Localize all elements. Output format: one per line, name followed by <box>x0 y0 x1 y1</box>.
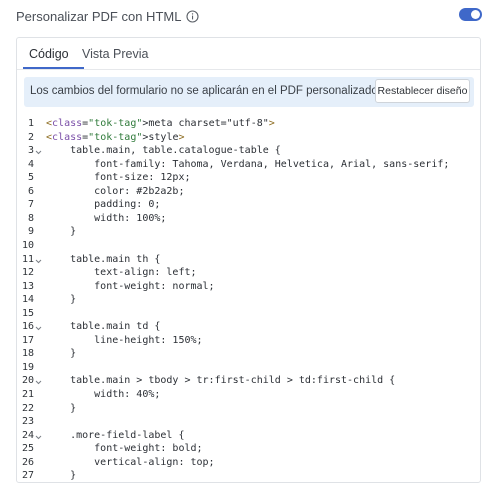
code-text: font-family: Tahoma, Verdana, Helvetica,… <box>46 158 450 170</box>
reset-design-button[interactable]: Restablecer diseño <box>375 79 470 103</box>
code-text: font-weight: bold; <box>46 443 203 455</box>
code-text: width: 100%; <box>46 212 167 224</box>
line-number: 8 <box>27 212 34 224</box>
html-editor-panel: Código Vista Previa Los cambios del form… <box>16 37 481 483</box>
line-number: 21 <box>21 389 34 400</box>
code-line[interactable]: 12 text-align: left; <box>17 266 480 280</box>
code-text: } <box>46 226 77 238</box>
code-text: font-weight: normal; <box>46 280 215 292</box>
code-text: table.main > tbody > tr:first-child > td… <box>46 375 396 387</box>
code-line[interactable]: 3 table.main, table.catalogue-table { <box>17 144 480 158</box>
tab-vista-previa[interactable]: Vista Previa <box>82 47 148 61</box>
code-line[interactable]: 23 <box>17 415 480 429</box>
code-line[interactable]: 7 padding: 0; <box>17 198 480 212</box>
code-text: <class="tok-tag">style> <box>46 131 185 143</box>
code-line[interactable]: 10 <box>17 239 480 253</box>
code-text: table.main, table.catalogue-table { <box>46 145 281 157</box>
code-line[interactable]: 1 <class="tok-tag">meta charset="utf-8"> <box>17 117 480 131</box>
info-icon[interactable] <box>186 9 200 23</box>
line-number: 9 <box>27 226 34 238</box>
line-number: 26 <box>21 456 34 468</box>
code-editor[interactable]: 1 <class="tok-tag">meta charset="utf-8"> 2… <box>17 117 480 482</box>
line-number: 3 <box>27 145 34 157</box>
line-number: 16 <box>21 321 34 333</box>
code-line[interactable]: 6 color: #2b2a2b; <box>17 185 480 199</box>
code-line[interactable]: 22 } <box>17 402 480 416</box>
code-line[interactable]: 24 .more-field-label { <box>17 429 480 443</box>
line-number: 25 <box>21 443 34 455</box>
code-line[interactable]: 13 font-weight: normal; <box>17 280 480 294</box>
line-number: 13 <box>21 280 34 292</box>
code-line[interactable]: 17 line-height: 150%; <box>17 334 480 348</box>
code-line[interactable]: 8 width: 100%; <box>17 212 480 226</box>
code-line[interactable]: 11 table.main th { <box>17 253 480 267</box>
active-tab-indicator <box>23 67 84 69</box>
line-number: 14 <box>21 294 34 306</box>
code-line[interactable]: 15 <box>17 307 480 321</box>
code-line[interactable]: 19 <box>17 361 480 375</box>
line-number: 7 <box>27 199 34 211</box>
line-number: 27 <box>21 470 34 482</box>
section-header: Personalizar PDF con HTML <box>16 7 482 25</box>
code-line[interactable]: 9 } <box>17 225 480 239</box>
line-number: 24 <box>21 429 34 441</box>
code-line[interactable]: 4 font-family: Tahoma, Verdana, Helvetic… <box>17 158 480 172</box>
code-text: vertical-align: top; <box>46 456 215 468</box>
notice-text: Los cambios del formulario no se aplicar… <box>30 85 378 97</box>
code-line[interactable]: 18 } <box>17 347 480 361</box>
line-number: 23 <box>21 416 34 428</box>
line-number: 12 <box>21 267 34 279</box>
line-number: 17 <box>21 334 34 346</box>
toggle-knob <box>471 10 480 19</box>
code-text: } <box>46 294 77 306</box>
code-text: <class="tok-tag">meta charset="utf-8"> <box>46 118 275 129</box>
line-number: 10 <box>21 239 34 251</box>
line-number: 1 <box>27 118 34 129</box>
code-text: color: #2b2a2b; <box>46 185 185 197</box>
code-text: font-size: 12px; <box>46 172 191 184</box>
code-line[interactable]: 5 font-size: 12px; <box>17 171 480 185</box>
code-text: table.main th { <box>46 253 161 265</box>
code-text: } <box>46 470 77 482</box>
line-number: 11 <box>21 253 34 265</box>
code-line[interactable]: 14 } <box>17 293 480 307</box>
notice-banner: Los cambios del formulario no se aplicar… <box>24 77 474 107</box>
code-text: text-align: left; <box>46 267 197 279</box>
code-line[interactable]: 20 table.main > tbody > tr:first-child >… <box>17 374 480 388</box>
tab-bar: Código Vista Previa <box>17 38 480 70</box>
line-number: 2 <box>27 131 34 143</box>
line-number: 6 <box>27 185 34 197</box>
line-number: 22 <box>21 402 34 414</box>
code-text: .more-field-label { <box>46 429 185 441</box>
code-text: } <box>46 348 77 360</box>
code-line[interactable]: 2 <class="tok-tag">style> <box>17 131 480 145</box>
code-text: table.main td { <box>46 321 161 333</box>
code-line[interactable]: 27 } <box>17 469 480 482</box>
enable-toggle[interactable] <box>459 8 482 21</box>
code-text: } <box>46 402 77 414</box>
section-title: Personalizar PDF con HTML <box>16 8 182 24</box>
line-number: 19 <box>21 361 34 373</box>
code-line[interactable]: 25 font-weight: bold; <box>17 442 480 456</box>
line-number: 5 <box>27 172 34 184</box>
code-line[interactable]: 26 vertical-align: top; <box>17 456 480 470</box>
line-number: 15 <box>21 307 34 319</box>
code-line[interactable]: 21 width: 40%; <box>17 388 480 402</box>
code-text: padding: 0; <box>46 199 161 211</box>
code-line[interactable]: 16 table.main td { <box>17 320 480 334</box>
code-text: line-height: 150%; <box>46 334 203 346</box>
line-number: 20 <box>21 375 34 387</box>
code-text: width: 40%; <box>46 389 161 400</box>
line-number: 4 <box>27 158 34 170</box>
line-number: 18 <box>21 348 34 360</box>
tab-codigo[interactable]: Código <box>29 47 69 61</box>
